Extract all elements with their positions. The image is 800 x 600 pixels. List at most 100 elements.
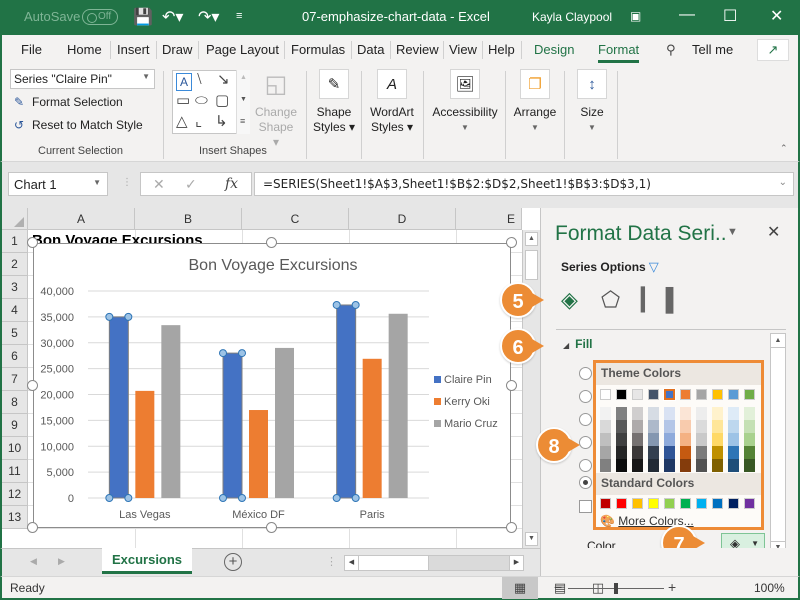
theme-tint-swatch[interactable] [728,407,739,420]
theme-color-swatch[interactable] [680,389,691,400]
ribbon-display-icon[interactable]: ▣ [630,9,641,23]
theme-tint-swatch[interactable] [664,420,675,433]
theme-tint-swatch[interactable] [664,433,675,446]
autosave-toggle[interactable]: Off [82,9,118,25]
theme-tint-swatch[interactable] [680,433,691,446]
column-header-b[interactable]: B [135,208,242,230]
tab-page-layout[interactable]: Page Layout [206,42,279,57]
close-icon[interactable]: ✕ [767,222,780,242]
fill-option-radio[interactable] [579,413,592,426]
theme-tint-swatch[interactable] [680,420,691,433]
bar-mario-cruz[interactable] [388,313,408,498]
theme-tint-swatch[interactable] [632,420,643,433]
theme-tint-swatch[interactable] [712,407,723,420]
bar-mario-cruz[interactable] [161,325,181,498]
legend-label[interactable]: Claire Pin [444,374,492,386]
formula-input[interactable]: =SERIES(Sheet1!$A$3,Sheet1!$B$2:$D$2,She… [254,172,794,196]
theme-tint-swatch[interactable] [632,459,643,472]
theme-tint-swatch[interactable] [680,407,691,420]
triangle-shape-icon[interactable]: △ [176,114,188,130]
format-selection-button[interactable]: ✎ Format Selection [14,95,123,109]
maximize-icon[interactable]: ☐ [723,6,737,26]
arrange-button[interactable]: ❐ Arrange ▼ [510,69,560,135]
theme-color-swatch[interactable] [632,389,643,400]
standard-color-swatch[interactable] [712,498,723,509]
tab-home[interactable]: Home [67,42,102,57]
legend-swatch[interactable] [434,420,441,427]
standard-color-swatch[interactable] [680,498,691,509]
next-sheet-icon[interactable]: ▶ [58,556,65,567]
legend-swatch[interactable] [434,376,441,383]
tab-insert[interactable]: Insert [117,42,150,57]
theme-tint-swatch[interactable] [728,433,739,446]
fill-option-radio[interactable] [579,459,592,472]
scroll-down-icon[interactable]: ▼ [525,532,538,546]
chart-resize-handle[interactable] [506,380,517,391]
theme-color-swatch[interactable] [712,389,723,400]
theme-tint-swatch[interactable] [600,459,611,472]
series-options-icon[interactable]: ▎▐ [641,287,674,313]
legend-label[interactable]: Kerry Oki [444,396,490,408]
elbow-connector-icon[interactable]: ⌞ [195,114,202,130]
fill-line-icon[interactable]: ◈ [561,287,578,313]
zoom-slider[interactable] [568,583,664,594]
row-header-8[interactable]: 8 [2,391,28,414]
text-box-shape-icon[interactable]: A [176,73,192,91]
pane-scrollbar[interactable]: ▲ [770,333,786,558]
theme-tint-swatch[interactable] [600,433,611,446]
bar-kerry-oki[interactable] [135,390,155,498]
theme-tint-swatch[interactable] [696,459,707,472]
expand-formula-icon[interactable]: ⌄ [779,177,787,188]
chart-resize-handle[interactable] [27,380,38,391]
theme-color-swatch[interactable] [696,389,707,400]
theme-tint-swatch[interactable] [744,459,755,472]
save-icon[interactable]: 💾 [133,7,153,27]
customize-qat-icon[interactable]: ≡ [236,10,242,22]
column-header-e[interactable]: E [456,208,522,230]
zoom-slider-knob[interactable] [614,583,618,594]
theme-tint-swatch[interactable] [728,420,739,433]
bar-claire-pin[interactable] [108,316,129,499]
oval-shape-icon[interactable]: ⬭ [195,93,208,109]
tab-draw[interactable]: Draw [162,42,192,57]
theme-color-swatch[interactable] [744,389,755,400]
size-button[interactable]: ↕ Size ▼ [572,69,612,135]
row-header-5[interactable]: 5 [2,322,28,345]
tab-review[interactable]: Review [396,42,439,57]
theme-color-swatch[interactable] [600,389,611,400]
row-header-11[interactable]: 11 [2,460,28,483]
tab-split-icon[interactable]: ⋮ [326,555,337,568]
theme-tint-swatch[interactable] [616,446,627,459]
wordart-styles-button[interactable]: A WordArt Styles ▾ [366,69,418,135]
theme-color-swatch[interactable] [663,388,676,401]
tab-file[interactable]: File [21,42,42,57]
enter-icon[interactable]: ✓ [185,176,197,193]
row-header-9[interactable]: 9 [2,414,28,437]
zoom-out-icon[interactable]: − [554,579,562,595]
chart-resize-handle[interactable] [506,522,517,533]
theme-tint-swatch[interactable] [648,459,659,472]
tab-view[interactable]: View [449,42,477,57]
standard-color-swatch[interactable] [600,498,611,509]
shapes-gallery-scroll[interactable]: ▲ ▼ ≡ [236,70,250,134]
chart-resize-handle[interactable] [506,237,517,248]
column-header-a[interactable]: A [28,208,135,230]
effects-icon[interactable]: ⬠ [601,287,620,313]
theme-tint-swatch[interactable] [600,446,611,459]
accessibility-button[interactable]: 🖼 Accessibility ▼ [428,69,502,135]
minimize-icon[interactable]: — [679,6,695,24]
standard-color-swatch[interactable] [616,498,627,509]
tell-me-search[interactable]: Tell me [692,42,733,57]
tab-formulas[interactable]: Formulas [291,42,345,57]
standard-color-swatch[interactable] [632,498,643,509]
collapse-ribbon-icon[interactable]: ⌃ [780,143,788,154]
scroll-up-icon[interactable]: ▲ [771,334,785,348]
gallery-more-icon[interactable]: ≡ [240,116,245,126]
pane-options-icon[interactable]: ▼ [727,226,738,238]
cancel-icon[interactable]: ✕ [153,176,165,193]
sheet-tab-excursions[interactable]: Excursions [102,548,192,574]
scroll-right-icon[interactable]: ▶ [509,556,523,570]
chart-resize-handle[interactable] [27,522,38,533]
theme-tint-swatch[interactable] [648,407,659,420]
fill-option-radio[interactable] [579,367,592,380]
